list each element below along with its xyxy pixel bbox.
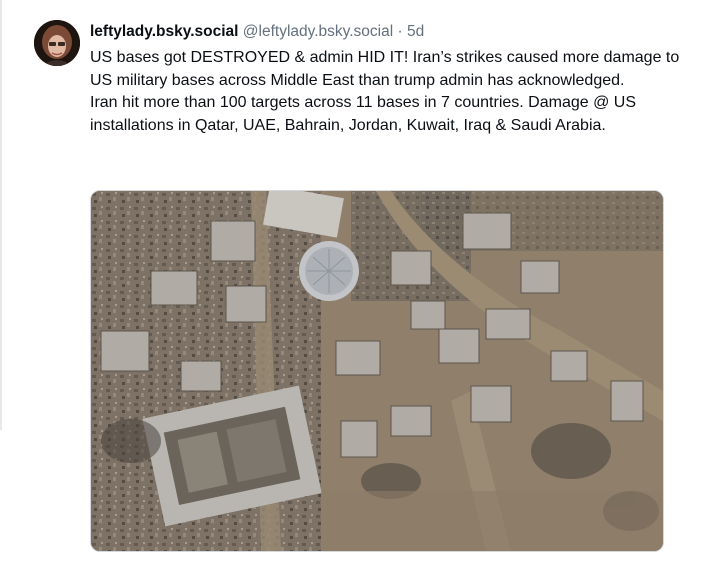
post: leftylady.bsky.social @leftylady.bsky.so…	[0, 0, 710, 580]
author-handle[interactable]: @leftylady.bsky.social	[243, 23, 393, 40]
post-image[interactable]	[90, 190, 664, 552]
satellite-image	[91, 191, 663, 551]
thread-divider	[0, 0, 2, 430]
author-avatar[interactable]	[34, 20, 80, 66]
author-display-name[interactable]: leftylady.bsky.social	[90, 23, 238, 40]
post-header: leftylady.bsky.social @leftylady.bsky.so…	[90, 22, 424, 42]
post-timestamp[interactable]: 5d	[407, 23, 424, 40]
post-paragraph: Iran hit more than 100 targets across 11…	[90, 94, 636, 134]
avatar-image	[34, 20, 80, 66]
header-separator: ·	[397, 23, 403, 40]
post-text: US bases got DESTROYED & admin HID IT! I…	[90, 47, 680, 137]
post-paragraph: US bases got DESTROYED & admin HID IT! I…	[90, 49, 680, 89]
